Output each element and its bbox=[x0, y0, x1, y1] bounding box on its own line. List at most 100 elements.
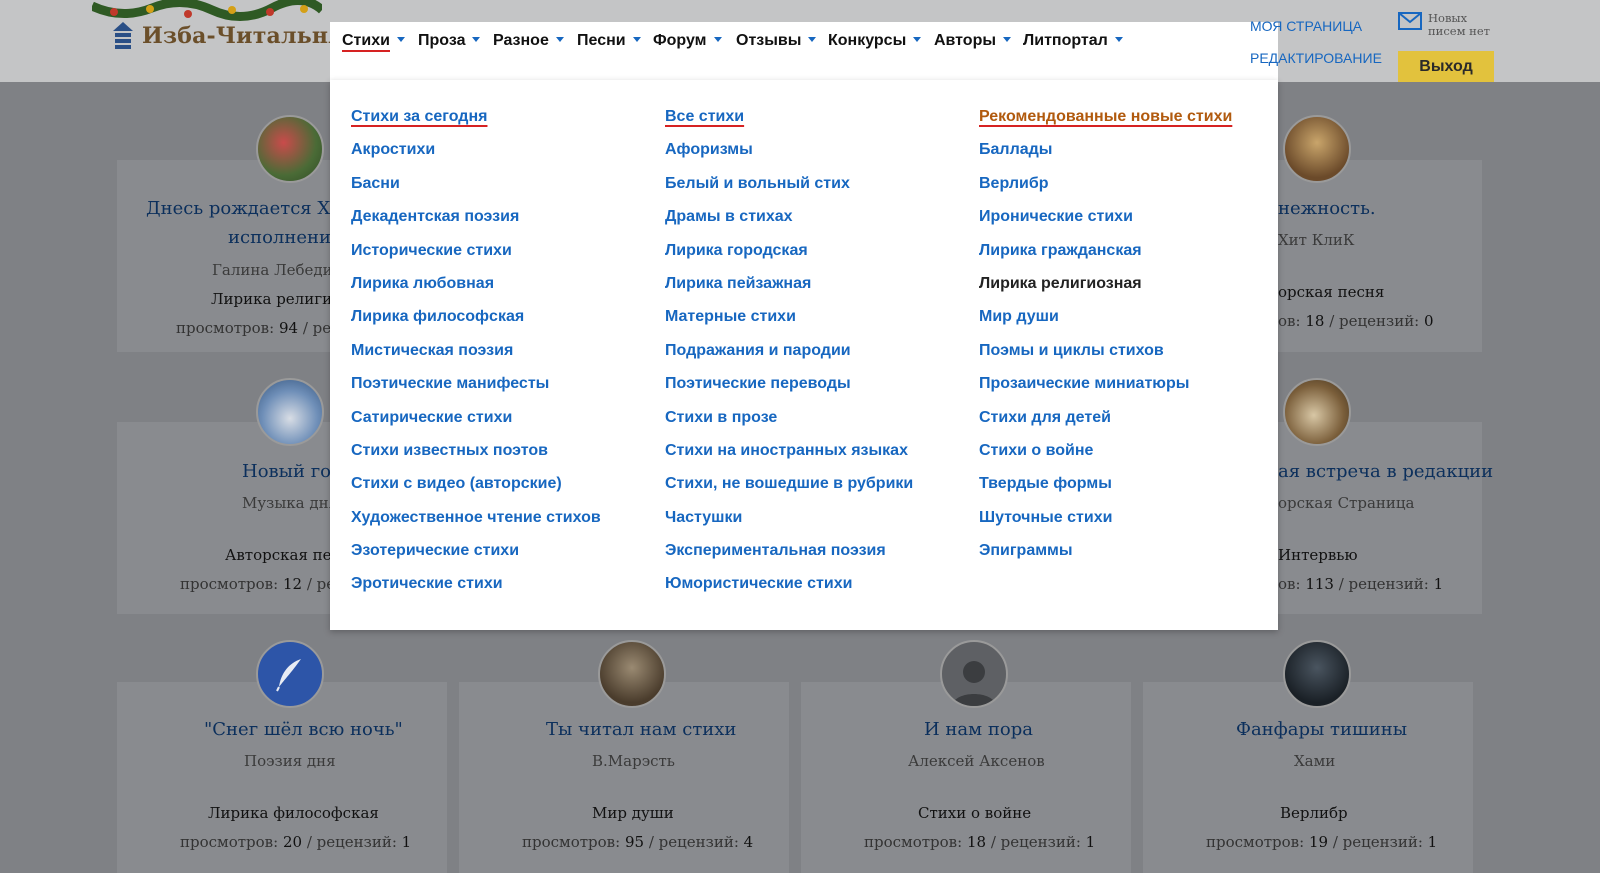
author-avatar[interactable] bbox=[256, 378, 324, 446]
my-page-link[interactable]: МОЯ СТРАНИЦА bbox=[1250, 18, 1362, 34]
caret-down-icon bbox=[396, 37, 405, 42]
reviews-count: 0 bbox=[1424, 312, 1434, 330]
menu-item[interactable]: Сатирические стихи bbox=[351, 409, 601, 442]
nav-label: Конкурсы bbox=[828, 32, 907, 49]
poem-author[interactable]: Хами bbox=[1294, 752, 1335, 770]
views-count: 113 bbox=[1305, 575, 1334, 593]
menu-item[interactable]: Стихи, не вошедшие в рубрики bbox=[665, 475, 913, 508]
menu-item[interactable]: Верлибр bbox=[979, 175, 1232, 208]
nav-item-songs[interactable]: Песни bbox=[577, 32, 641, 54]
poem-rubric[interactable]: Интервью bbox=[1278, 546, 1358, 564]
nav-item-contests[interactable]: Конкурсы bbox=[828, 32, 922, 54]
menu-item[interactable]: Лирика любовная bbox=[351, 275, 601, 308]
nav-item-reviews[interactable]: Отзывы bbox=[736, 32, 817, 54]
menu-item[interactable]: Поэтические манифесты bbox=[351, 375, 601, 408]
menu-item[interactable]: Мистическая поэзия bbox=[351, 342, 601, 375]
nav-item-authors[interactable]: Авторы bbox=[934, 32, 1012, 54]
menu-item[interactable]: Прозаические миниатюры bbox=[979, 375, 1232, 408]
views-label: просмотров: bbox=[180, 575, 279, 593]
menu-item[interactable]: Белый и вольный стих bbox=[665, 175, 913, 208]
views-label: просмотров: bbox=[180, 833, 279, 851]
poem-rubric[interactable]: Стихи о войне bbox=[918, 804, 1031, 822]
views-count: 19 bbox=[1308, 833, 1329, 851]
menu-item[interactable]: Эпиграммы bbox=[979, 542, 1232, 575]
menu-item[interactable]: Поэтические переводы bbox=[665, 375, 913, 408]
menu-item[interactable]: Исторические стихи bbox=[351, 242, 601, 275]
poem-rubric[interactable]: орская песня bbox=[1278, 283, 1384, 301]
menu-item[interactable]: Стихи для детей bbox=[979, 409, 1232, 442]
menu-item[interactable]: Поэмы и циклы стихов bbox=[979, 342, 1232, 375]
author-avatar[interactable] bbox=[1283, 115, 1351, 183]
menu-item[interactable]: Акростихи bbox=[351, 141, 601, 174]
nav-item-litportal[interactable]: Литпортал bbox=[1023, 32, 1123, 54]
poem-title[interactable]: ая встреча в редакции bbox=[1278, 461, 1493, 482]
logout-button[interactable]: Выход bbox=[1398, 51, 1494, 82]
menu-item[interactable]: Юмористические стихи bbox=[665, 575, 913, 608]
menu-item[interactable]: Мир души bbox=[979, 308, 1232, 341]
menu-item[interactable]: Иронические стихи bbox=[979, 208, 1232, 241]
main-navigation: Стихи Проза Разное Песни Форум Отзывы Ко… bbox=[330, 22, 1278, 80]
nav-item-prose[interactable]: Проза bbox=[418, 32, 481, 54]
menu-item[interactable]: Афоризмы bbox=[665, 141, 913, 174]
menu-item[interactable]: Стихи на иностранных языках bbox=[665, 442, 913, 475]
poem-title[interactable]: Фанфары тишины bbox=[1236, 719, 1407, 740]
menu-item[interactable]: Лирика пейзажная bbox=[665, 275, 913, 308]
menu-item[interactable]: Подражания и пародии bbox=[665, 342, 913, 375]
menu-item[interactable]: Частушки bbox=[665, 509, 913, 542]
author-avatar[interactable] bbox=[256, 115, 324, 183]
poem-author[interactable]: В.Марэсть bbox=[592, 752, 675, 770]
nav-item-misc[interactable]: Разное bbox=[493, 32, 564, 54]
menu-item[interactable]: Эротические стихи bbox=[351, 575, 601, 608]
menu-item[interactable]: Баллады bbox=[979, 141, 1232, 174]
author-avatar[interactable] bbox=[1283, 378, 1351, 446]
menu-item[interactable]: Художественное чтение стихов bbox=[351, 509, 601, 542]
menu-item[interactable]: Стихи в прозе bbox=[665, 409, 913, 442]
poem-rubric[interactable]: Верлибр bbox=[1280, 804, 1348, 822]
mail-status[interactable]: Новых писем нет bbox=[1398, 12, 1490, 38]
author-avatar[interactable] bbox=[1283, 640, 1351, 708]
nav-label: Авторы bbox=[934, 32, 997, 49]
views-label: ов: bbox=[1278, 575, 1301, 593]
poem-title[interactable]: Ты читал нам стихи bbox=[546, 719, 736, 740]
author-avatar[interactable] bbox=[256, 640, 324, 708]
menu-item[interactable]: Лирика городская bbox=[665, 242, 913, 275]
menu-item[interactable]: Шуточные стихи bbox=[979, 509, 1232, 542]
menu-item[interactable]: Стихи с видео (авторские) bbox=[351, 475, 601, 508]
poem-author[interactable]: Музыка дня bbox=[242, 494, 338, 512]
poem-title[interactable]: Новый год bbox=[242, 461, 342, 482]
poem-title[interactable]: "Снег шёл всю ночь" bbox=[204, 719, 403, 740]
menu-item-recommended-new[interactable]: Рекомендованные новые стихи bbox=[979, 108, 1232, 141]
poem-title[interactable]: нежность. bbox=[1278, 198, 1376, 219]
reviews-label: / рецензий: bbox=[306, 833, 397, 851]
menu-item[interactable]: Лирика философская bbox=[351, 308, 601, 341]
poem-title[interactable]: И нам пора bbox=[924, 719, 1033, 740]
envelope-icon bbox=[1398, 12, 1422, 30]
poem-author[interactable]: Поэзия дня bbox=[244, 752, 336, 770]
poem-rubric[interactable]: Мир души bbox=[592, 804, 674, 822]
poem-rubric[interactable]: Лирика философская bbox=[208, 804, 379, 822]
default-avatar[interactable] bbox=[940, 640, 1008, 708]
menu-item[interactable]: Матерные стихи bbox=[665, 308, 913, 341]
menu-item-poems-today[interactable]: Стихи за сегодня bbox=[351, 108, 601, 141]
edit-profile-link[interactable]: РЕДАКТИРОВАНИЕ bbox=[1250, 50, 1382, 66]
poem-author[interactable]: орская Страница bbox=[1278, 494, 1415, 512]
menu-item[interactable]: Басни bbox=[351, 175, 601, 208]
menu-item[interactable]: Стихи о войне bbox=[979, 442, 1232, 475]
menu-item-hovered[interactable]: Лирика религиозная bbox=[979, 275, 1232, 308]
author-avatar[interactable] bbox=[598, 640, 666, 708]
menu-item[interactable]: Экспериментальная поэзия bbox=[665, 542, 913, 575]
menu-item-all-poems[interactable]: Все стихи bbox=[665, 108, 913, 141]
menu-item[interactable]: Твердые формы bbox=[979, 475, 1232, 508]
menu-item[interactable]: Декадентская поэзия bbox=[351, 208, 601, 241]
views-count: 18 bbox=[966, 833, 987, 851]
menu-item[interactable]: Лирика гражданская bbox=[979, 242, 1232, 275]
poem-author[interactable]: Хит КлиК bbox=[1278, 231, 1355, 249]
site-logo[interactable]: Изба-Читальня bbox=[112, 20, 345, 52]
menu-item[interactable]: Эзотерические стихи bbox=[351, 542, 601, 575]
poem-author[interactable]: Алексей Аксенов bbox=[908, 752, 1045, 770]
menu-item[interactable]: Стихи известных поэтов bbox=[351, 442, 601, 475]
nav-item-forum[interactable]: Форум bbox=[653, 32, 722, 54]
nav-item-poetry[interactable]: Стихи bbox=[342, 32, 405, 54]
poem-rubric[interactable]: Лирика религиоз bbox=[211, 290, 349, 308]
menu-item[interactable]: Драмы в стихах bbox=[665, 208, 913, 241]
